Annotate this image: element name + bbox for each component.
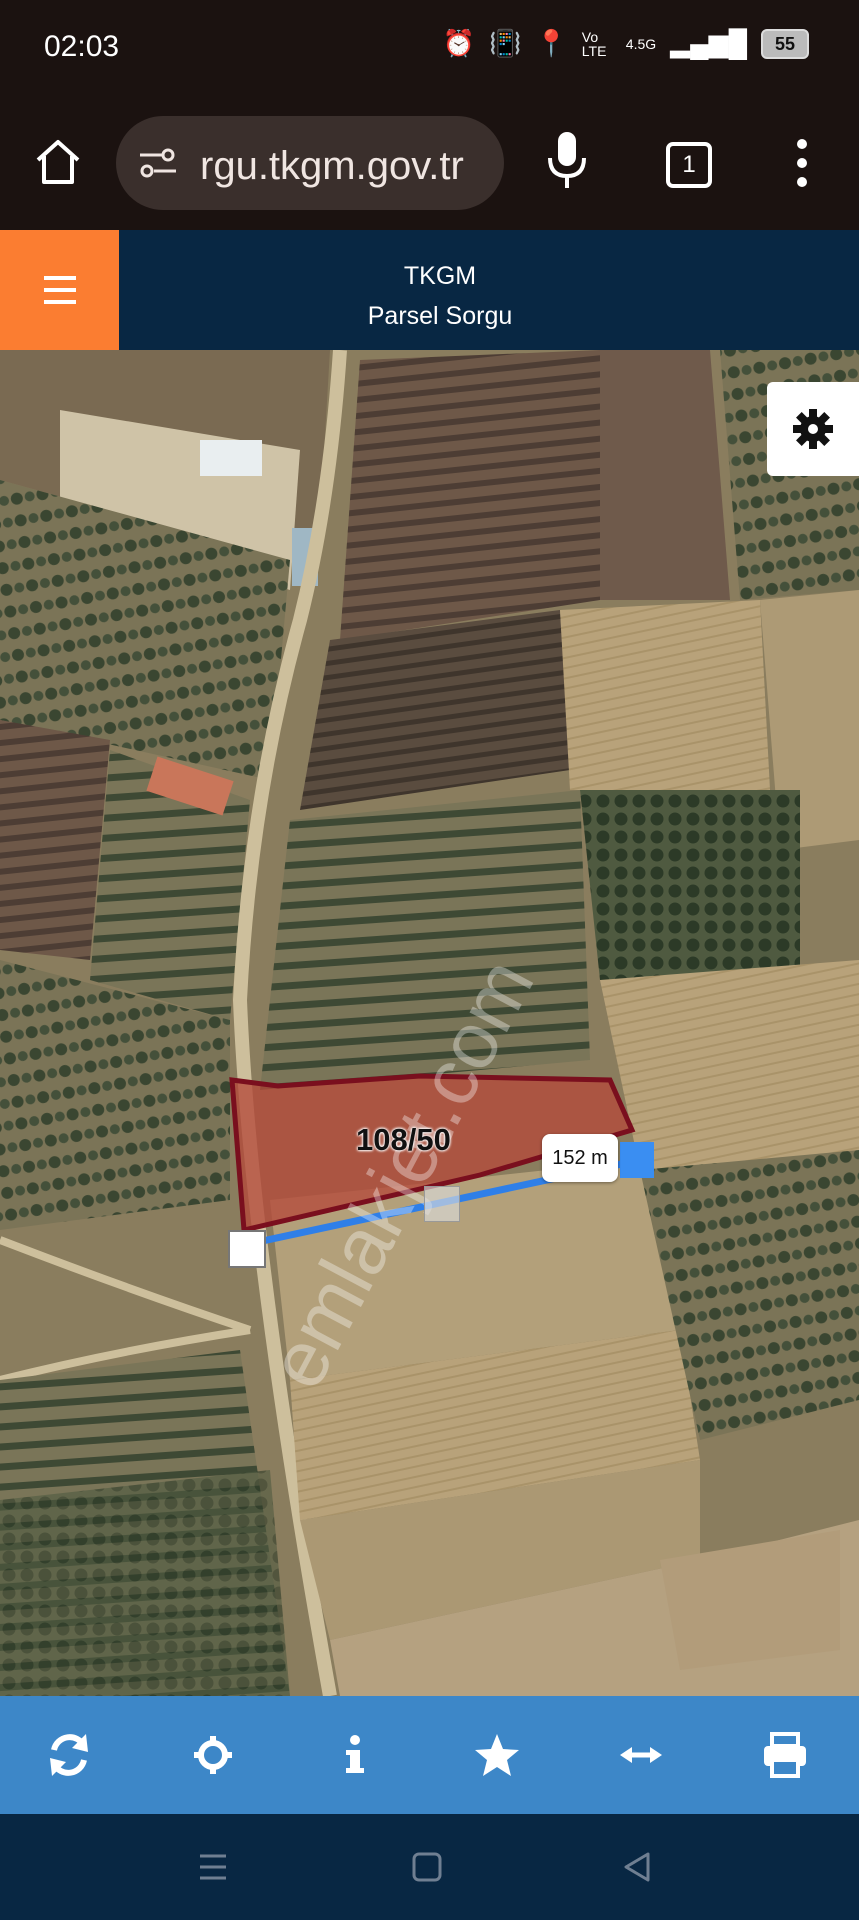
home-icon[interactable] [32, 136, 84, 188]
vibrate-icon: 📳 [489, 28, 522, 58]
measure-button[interactable] [606, 1720, 676, 1790]
settings-button[interactable] [767, 382, 859, 476]
recent-apps-icon[interactable] [196, 1850, 230, 1884]
system-nav-bar [0, 1814, 859, 1920]
clock: 02:03 [44, 30, 120, 63]
satellite-map[interactable]: emlakjet.com [0, 350, 859, 1696]
locate-button[interactable] [178, 1720, 248, 1790]
browser-toolbar: rgu.tkgm.gov.tr 1 [0, 100, 859, 230]
info-icon [346, 1735, 364, 1773]
measure-end-handle[interactable] [620, 1142, 654, 1178]
refresh-button[interactable] [34, 1720, 104, 1790]
volte-label: Vo LTE [581, 28, 607, 59]
gear-icon [793, 409, 833, 449]
app-header: TKGM Parsel Sorgu [0, 230, 859, 350]
crosshair-icon [194, 1736, 232, 1774]
measure-distance-label: 152 m [542, 1134, 618, 1182]
signal-icon: ▂▄▆█ [670, 28, 747, 58]
hamburger-icon [44, 276, 76, 304]
map-toolbar [0, 1696, 859, 1814]
microphone-icon[interactable] [546, 130, 588, 192]
measure-icon [620, 1747, 662, 1763]
measure-start-handle[interactable] [228, 1230, 266, 1268]
favorites-button[interactable] [462, 1720, 532, 1790]
app-subtitle: Parsel Sorgu [367, 302, 513, 330]
network-label: 4.5G [625, 35, 657, 52]
menu-button[interactable] [0, 230, 119, 350]
star-icon [475, 1734, 519, 1776]
back-icon[interactable] [620, 1850, 654, 1884]
more-options-icon[interactable] [790, 138, 814, 188]
status-icons: ⏰ 📳 📍 Vo LTE 4.5G ▂▄▆█ 55 [443, 28, 809, 59]
status-bar: 02:03 ⏰ 📳 📍 Vo LTE 4.5G ▂▄▆█ 55 [0, 0, 859, 100]
print-icon [764, 1732, 806, 1778]
refresh-icon [50, 1734, 88, 1776]
print-button[interactable] [750, 1720, 820, 1790]
measure-midpoint-handle[interactable] [424, 1186, 460, 1222]
parcel-label: 108/50 [356, 1122, 451, 1157]
tab-switcher-button[interactable]: 1 [666, 142, 712, 188]
info-button[interactable] [320, 1720, 390, 1790]
url-text: rgu.tkgm.gov.tr [200, 144, 464, 188]
site-settings-icon[interactable] [138, 146, 178, 180]
home-nav-icon[interactable] [410, 1850, 444, 1884]
address-bar[interactable]: rgu.tkgm.gov.tr [116, 116, 504, 210]
location-icon: 📍 [535, 28, 568, 58]
battery-icon: 55 [761, 28, 809, 59]
alarm-icon: ⏰ [442, 28, 476, 58]
app-title: TKGM [403, 262, 477, 290]
